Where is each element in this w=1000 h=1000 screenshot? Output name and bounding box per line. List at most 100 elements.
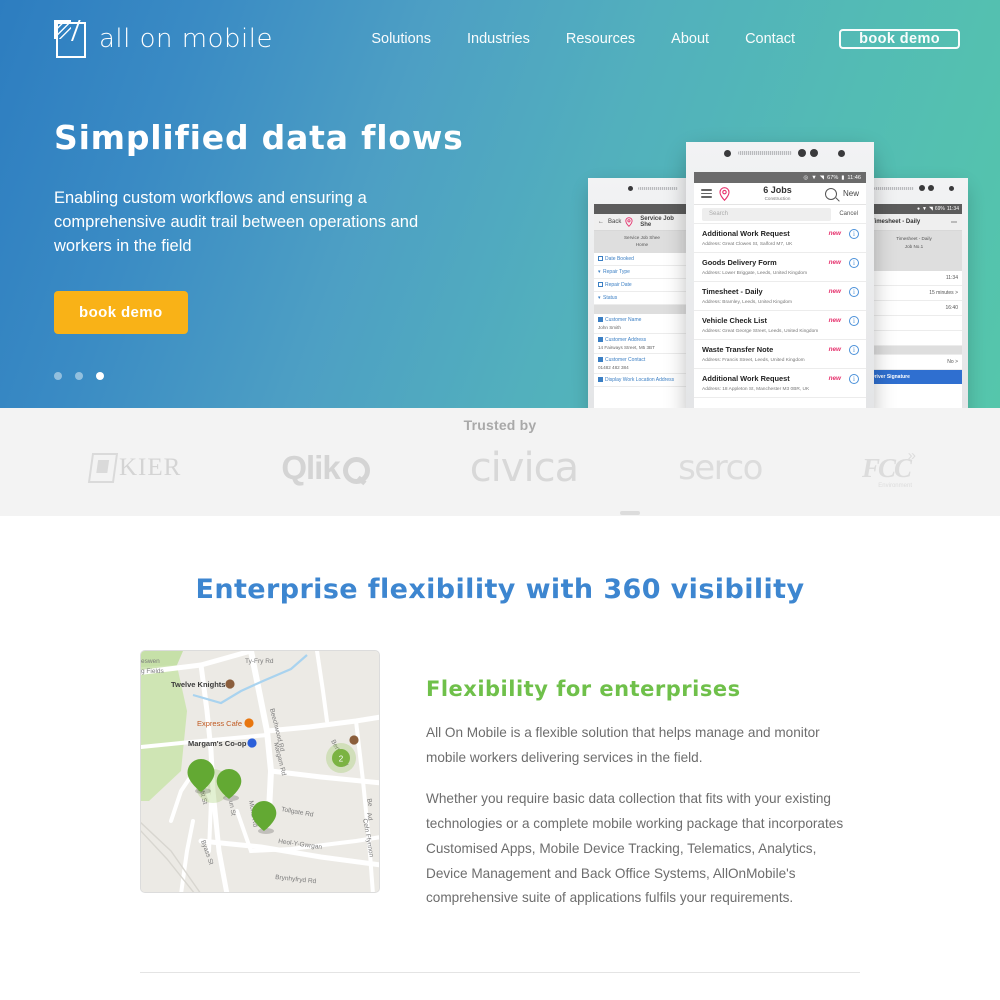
job-new-badge: new: [828, 230, 841, 237]
location-pin-icon[interactable]: [719, 186, 730, 201]
carousel-dot-3[interactable]: [96, 372, 104, 380]
kier-mark-icon: [87, 453, 119, 483]
shield-icon: ●: [916, 206, 921, 212]
form-field-row[interactable]: Display Work Location Address: [594, 374, 690, 387]
form-field-row[interactable]: Repair Date: [594, 279, 690, 292]
job-list-item[interactable]: Goods Delivery Form Address: Lower Brigg…: [694, 253, 866, 282]
battery-percent: 67%: [827, 174, 839, 181]
job-list-item[interactable]: Timesheet - Daily Address: Bramley, Leed…: [694, 282, 866, 311]
nav-item-about[interactable]: About: [653, 31, 727, 47]
jobs-count-title: 6 Jobs: [763, 185, 792, 196]
job-address: Address: Lower Briggate, Leeds, United K…: [702, 271, 808, 276]
hero-book-demo-button[interactable]: book demo: [54, 290, 188, 334]
field-label: Repair Date: [605, 281, 632, 288]
phone-speaker-icon: [638, 187, 678, 190]
logo-fcc: FCC » Environment: [862, 447, 916, 489]
back-arrow-icon[interactable]: ←: [598, 219, 604, 225]
driver-signature-button[interactable]: Driver Signature: [866, 370, 962, 384]
field-label: Display Work Location Address: [605, 376, 675, 383]
timesheet-row[interactable]: [866, 316, 962, 331]
shield-icon: ◎: [803, 174, 809, 181]
job-list-item[interactable]: Additional Work Request Address: 18 Appl…: [694, 369, 866, 398]
form-field-row[interactable]: ▾ Repair Type: [594, 266, 690, 279]
signal-icon: ◥: [928, 206, 933, 212]
phone-right-title: Timesheet - Daily: [871, 219, 921, 225]
phone-left-subtitle: Service Job Shee: [623, 235, 660, 240]
logo-text: all on mobile: [99, 24, 273, 54]
phone-sensor2-icon: [810, 149, 818, 157]
phone-mockup-left: ← Back Service Job She Service Job Shee …: [588, 178, 696, 408]
logo-serco-text: serco: [678, 448, 763, 488]
nav-item-contact[interactable]: Contact: [727, 31, 813, 47]
info-icon[interactable]: i: [849, 315, 859, 326]
info-icon[interactable]: i: [849, 344, 859, 355]
field-label: Date Booked: [605, 255, 634, 262]
nav-item-industries[interactable]: Industries: [449, 31, 548, 47]
search-input[interactable]: Search: [702, 207, 832, 221]
phone-mockup-center: ◎ ▼ ◥ 67% ▮ 11:46 6 Jobs Construction Ne…: [686, 142, 874, 408]
info-icon[interactable]: i: [849, 228, 859, 239]
job-list-item[interactable]: Waste Transfer Note Address: Francis Str…: [694, 340, 866, 369]
logo-kier-text: KIER: [119, 454, 182, 481]
field-value: John Smith: [598, 324, 621, 330]
phone-left-home-label: Home: [635, 242, 649, 248]
more-horizontal-icon[interactable]: ⋯: [951, 219, 957, 226]
carousel-dots: [54, 372, 104, 380]
job-list-item[interactable]: Additional Work Request Address: Great C…: [694, 224, 866, 253]
nav-book-demo-button[interactable]: book demo: [839, 29, 960, 49]
timesheet-divider: [866, 346, 962, 355]
info-icon[interactable]: i: [849, 257, 859, 268]
site-logo[interactable]: all on mobile: [52, 18, 273, 60]
jobs-category-subtitle: Construction: [764, 195, 791, 201]
timesheet-row[interactable]: 16:40: [866, 301, 962, 316]
map-thumbnail[interactable]: eswen g Fields Ty-Fry Rd Twelve Knights …: [140, 650, 380, 893]
job-address: Address: Francis Street, Leeds, United K…: [702, 358, 805, 363]
info-icon[interactable]: i: [849, 286, 859, 297]
field-value: 01482 482 384: [598, 364, 629, 370]
signal-icon: ◥: [819, 174, 825, 181]
flexibility-paragraph-2: Whether you require basic data collectio…: [426, 791, 844, 906]
job-list-item[interactable]: Vehicle Check List Address: Great George…: [694, 311, 866, 340]
field-label: Status: [603, 294, 618, 301]
visibility-row: 360 visibility Secure, unique hosting, a…: [0, 973, 1000, 1000]
timesheet-value: 16:40: [945, 305, 958, 311]
map-cluster-count: 2: [339, 755, 344, 764]
hamburger-menu-icon[interactable]: [701, 187, 712, 201]
phone-left-screen: ← Back Service Job She Service Job Shee …: [594, 204, 690, 408]
phone-left-subheader: Service Job Shee Home: [594, 231, 690, 253]
phone-camera-icon: [628, 186, 633, 191]
timesheet-row[interactable]: No >: [866, 355, 962, 370]
carousel-dot-2[interactable]: [75, 372, 83, 380]
timesheet-row[interactable]: 11:34: [866, 271, 962, 286]
form-field-row[interactable]: ▾ Status: [594, 292, 690, 305]
nav-item-solutions[interactable]: Solutions: [353, 31, 449, 47]
flexibility-paragraph-1: All On Mobile is a flexible solution tha…: [426, 725, 820, 765]
phone-front-camera-icon: [949, 186, 954, 191]
form-field-row[interactable]: Customer Name John Smith: [594, 314, 690, 334]
timesheet-row[interactable]: [866, 331, 962, 346]
timesheet-row[interactable]: 15 minutes >: [866, 286, 962, 301]
form-field-row[interactable]: Customer Contact 01482 482 384: [594, 354, 690, 374]
phone-right-job-no: Job No.1: [904, 244, 924, 250]
trusted-by-label: Trusted by: [463, 417, 537, 433]
phone-sensor-icon: [928, 185, 934, 191]
top-navigation: all on mobile Solutions Industries Resou…: [0, 0, 1000, 78]
search-icon[interactable]: [824, 187, 837, 200]
phone-center-screen: ◎ ▼ ◥ 67% ▮ 11:46 6 Jobs Construction Ne…: [694, 172, 866, 408]
document-fold-icon: [52, 18, 88, 60]
nav-item-resources[interactable]: Resources: [548, 31, 653, 47]
map-poi-icon: [225, 679, 235, 689]
form-field-row[interactable]: Date Booked: [594, 253, 690, 266]
new-job-button[interactable]: New: [843, 189, 859, 198]
phone-left-back-label[interactable]: Back: [608, 219, 621, 225]
form-field-row[interactable]: Customer Address 14 Fairways Street, M5 …: [594, 334, 690, 354]
search-cancel-button[interactable]: Cancel: [839, 211, 858, 217]
carousel-dot-1[interactable]: [54, 372, 62, 380]
info-icon[interactable]: i: [849, 373, 859, 384]
text-icon: [598, 337, 603, 342]
timesheet-value: 15 minutes >: [929, 290, 958, 296]
job-address: Address: Great Clowes St, Salford M7, UK: [702, 242, 793, 247]
trusted-by-section: Trusted by KIER Qlik civica serco FCC » …: [0, 408, 1000, 516]
job-address: Address: Bramley, Leeds, United Kingdom: [702, 300, 793, 305]
hero-section: all on mobile Solutions Industries Resou…: [0, 0, 1000, 408]
